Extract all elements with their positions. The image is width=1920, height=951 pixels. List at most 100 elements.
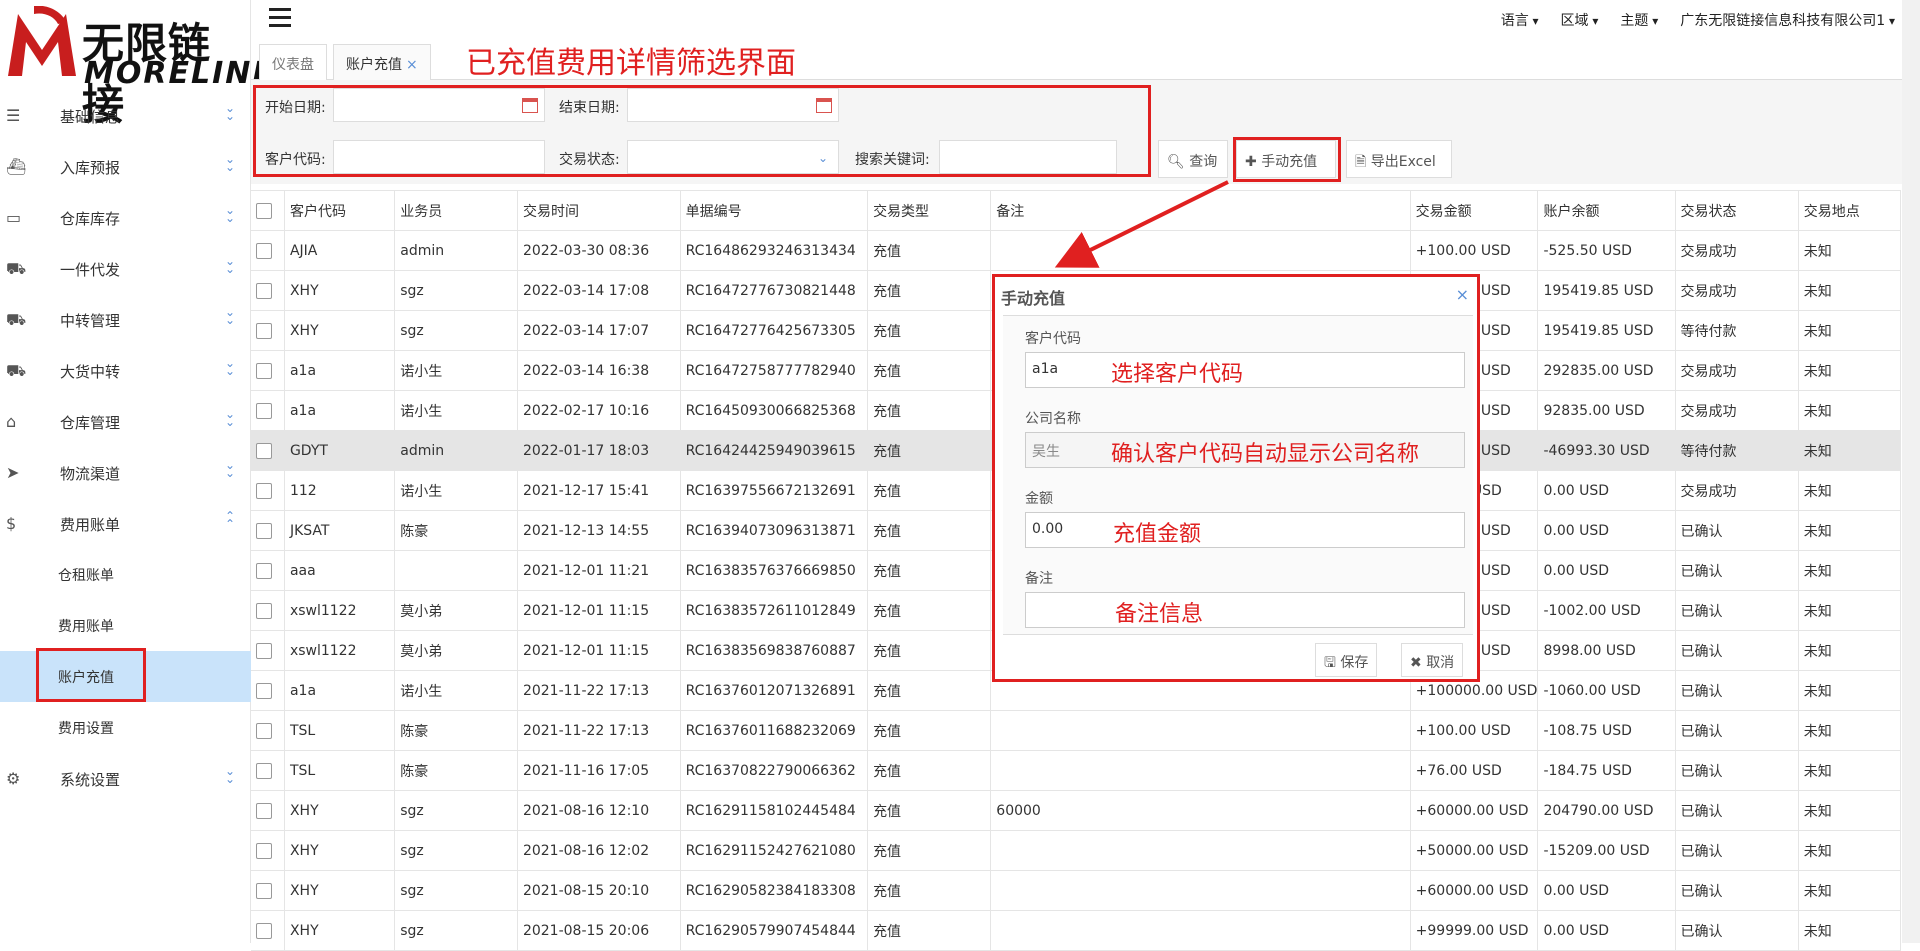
table-cell: xswl1122 (284, 590, 396, 631)
row-checkbox[interactable] (256, 922, 272, 939)
close-icon[interactable]: × (1456, 285, 1469, 304)
export-excel-button[interactable]: 🗎 导出Excel (1346, 140, 1452, 178)
scrollbar[interactable] (1902, 0, 1920, 943)
annotation-box-sidebar (36, 648, 146, 702)
sidebar-item-system-settings[interactable]: ⚙ 系统设置 ⌄ ⌄ (0, 753, 251, 804)
row-checkbox[interactable] (256, 242, 272, 259)
col-time[interactable]: 交易时间 (517, 190, 681, 231)
col-note[interactable]: 备注 (990, 190, 1411, 231)
row-checkbox[interactable] (256, 562, 272, 579)
table-cell: 未知 (1798, 670, 1902, 711)
menu-icon[interactable] (269, 8, 291, 28)
select-all-checkbox[interactable] (256, 202, 272, 219)
note-field[interactable] (1025, 592, 1465, 628)
sidebar-item-billing[interactable]: $ 费用账单 ⌃ ⌃ (0, 498, 251, 549)
query-button-label: 查询 (1189, 154, 1218, 170)
row-checkbox[interactable] (256, 322, 272, 339)
region-dropdown[interactable]: 区域 (1561, 10, 1599, 30)
table-cell: XHY (284, 910, 396, 951)
table-cell: 2021-12-01 11:15 (517, 630, 681, 671)
table-cell (990, 230, 1411, 271)
sidebar-item-logistics[interactable]: ➤ 物流渠道 ⌄ ⌄ (0, 447, 251, 498)
table-cell: 112 (284, 470, 396, 511)
table-row[interactable]: TSL 陈豪 2021-11-16 17:05 RC16370822790066362… (251, 750, 1902, 791)
language-dropdown[interactable]: 语言 (1501, 10, 1539, 30)
customer-code-field[interactable]: a1a (1025, 352, 1465, 388)
row-select-cell (251, 750, 285, 791)
row-checkbox[interactable] (256, 882, 272, 899)
table-cell: RC16397556672132691 (680, 470, 869, 511)
table-row[interactable]: XHY sgz 2021-08-15 20:06 RC1629057990745484… (251, 910, 1902, 951)
tab-dashboard[interactable]: 仪表盘 (259, 44, 327, 80)
row-checkbox[interactable] (256, 482, 272, 499)
table-cell: 充值 (867, 630, 992, 671)
table-cell: 195419.85 USD (1537, 310, 1676, 351)
customer-code-field-label: 客户代码 (1025, 331, 1081, 347)
row-checkbox[interactable] (256, 602, 272, 619)
row-checkbox[interactable] (256, 522, 272, 539)
table-row[interactable]: XHY sgz 2021-08-16 12:02 RC1629115242762108… (251, 830, 1902, 871)
col-balance[interactable]: 账户余额 (1537, 190, 1676, 231)
col-type[interactable]: 交易类型 (867, 190, 992, 231)
sidebar-subitem-fee-settings[interactable]: 费用设置 (0, 702, 251, 753)
col-location[interactable]: 交易地点 (1798, 190, 1902, 231)
col-amount[interactable]: 交易金额 (1410, 190, 1539, 231)
sidebar-item-transfer[interactable]: ⛟ 中转管理 ⌄ ⌄ (0, 294, 251, 345)
row-checkbox[interactable] (256, 362, 272, 379)
sidebar-item-bulk-transfer[interactable]: ⛟ 大货中转 ⌄ ⌄ (0, 345, 251, 396)
table-row[interactable]: AJIA admin 2022-03-30 08:36 RC1648629324631… (251, 230, 1902, 271)
col-status[interactable]: 交易状态 (1675, 190, 1799, 231)
row-checkbox[interactable] (256, 642, 272, 659)
row-checkbox[interactable] (256, 402, 272, 419)
cancel-button[interactable]: ✖ 取消 (1401, 643, 1464, 677)
sidebar-item-inventory[interactable]: ▭ 仓库库存 ⌄ ⌄ (0, 192, 251, 243)
sidebar-item-label: 物流渠道 (60, 465, 121, 483)
table-cell: 等待付款 (1675, 430, 1799, 471)
table-cell: 已确认 (1675, 590, 1799, 631)
row-checkbox[interactable] (256, 682, 272, 699)
sidebar-subitem-fee-bill[interactable]: 费用账单 (0, 600, 251, 651)
list-icon: ☰ (6, 106, 21, 125)
save-button[interactable]: 🖫 保存 (1315, 643, 1378, 677)
table-cell: 8998.00 USD (1537, 630, 1676, 671)
sidebar-item-inbound-forecast[interactable]: ⛴ 入库预报 ⌄ ⌄ (0, 141, 251, 192)
table-cell: 未知 (1798, 830, 1902, 871)
table-row[interactable]: XHY sgz 2021-08-15 20:10 RC1629058238418330… (251, 870, 1902, 911)
query-button[interactable]: 🔍︎ 查询 (1158, 140, 1228, 178)
table-cell: -15209.00 USD (1537, 830, 1676, 871)
col-doc-no[interactable]: 单据编号 (680, 190, 869, 231)
row-checkbox[interactable] (256, 842, 272, 859)
company-dropdown[interactable]: 广东无限链接信息科技有限公司1 (1680, 10, 1895, 30)
row-checkbox[interactable] (256, 802, 272, 819)
table-cell: 充值 (867, 350, 992, 391)
col-salesperson[interactable]: 业务员 (394, 190, 518, 231)
sidebar-item-label: 入库预报 (60, 159, 121, 177)
chevron-down-icon: ⌄ ⌄ (225, 203, 236, 225)
table-cell: 充值 (867, 670, 992, 711)
sidebar-item-warehouse[interactable]: ⌂ 仓库管理 ⌄ ⌄ (0, 396, 251, 447)
row-checkbox[interactable] (256, 722, 272, 739)
table-cell: 2022-02-17 10:16 (517, 390, 681, 431)
table-cell: sgz (394, 270, 518, 311)
amount-field[interactable]: 0.00 (1025, 512, 1465, 548)
table-cell: 已确认 (1675, 670, 1799, 711)
theme-dropdown[interactable]: 主题 (1620, 10, 1658, 30)
row-checkbox[interactable] (256, 442, 272, 459)
row-checkbox[interactable] (256, 762, 272, 779)
sidebar-item-dropship[interactable]: ⛟ 一件代发 ⌄ ⌄ (0, 243, 251, 294)
sidebar-item-basic-info[interactable]: ☰ 基础信息 ⌄ ⌄ (0, 90, 251, 141)
sidebar-subitem-storage-bill[interactable]: 仓租账单 (0, 549, 251, 600)
table-cell: 充值 (867, 790, 992, 831)
table-cell: +60000.00 USD (1410, 790, 1539, 831)
annotation-note: 备注信息 (1115, 602, 1204, 627)
table-cell: 已确认 (1675, 750, 1799, 791)
row-checkbox[interactable] (256, 282, 272, 299)
col-customer-code[interactable]: 客户代码 (284, 190, 396, 231)
table-row[interactable]: TSL 陈豪 2021-11-22 17:13 RC16376011688232069… (251, 710, 1902, 751)
tab-account-recharge[interactable]: 账户充值 × (333, 44, 431, 80)
table-cell: 60000 (990, 790, 1411, 831)
table-row[interactable]: XHY sgz 2021-08-16 12:10 RC1629115810244548… (251, 790, 1902, 831)
sidebar: 无限链接 MORELINK ☰ 基础信息 ⌄ ⌄ ⛴ 入库预报 ⌄ ⌄ ▭ 仓库库存… (0, 0, 276, 943)
close-icon[interactable]: × (406, 57, 418, 73)
table-cell: RC16290582384183308 (680, 870, 869, 911)
